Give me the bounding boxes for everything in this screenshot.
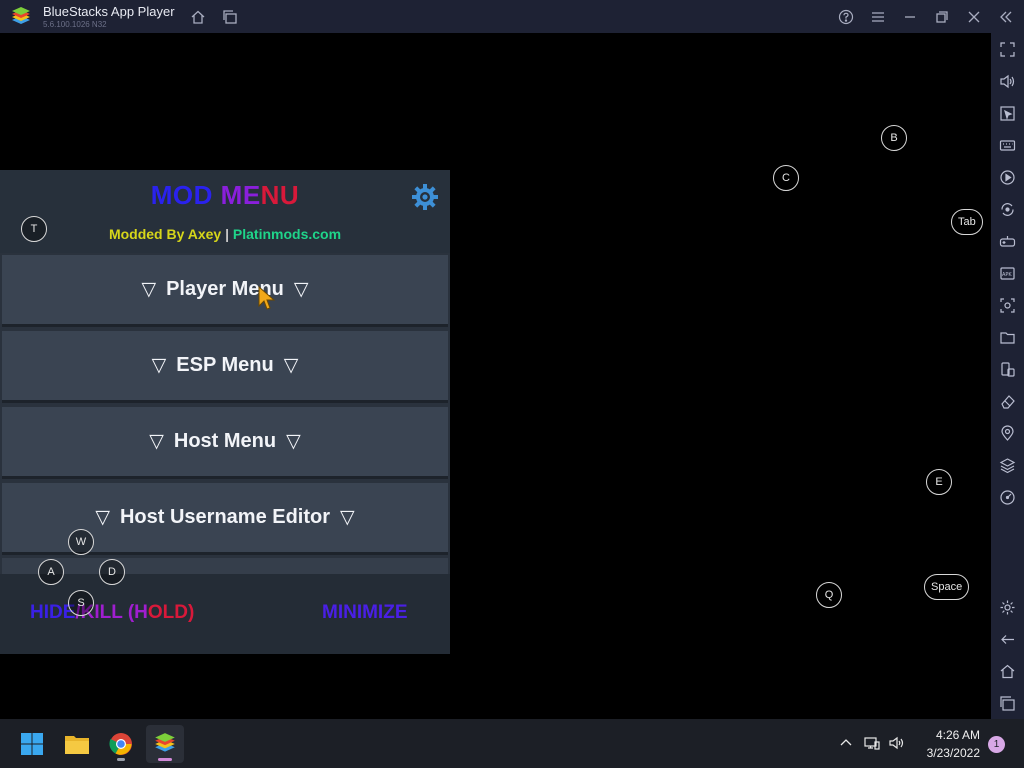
network-icon[interactable] [864, 735, 880, 751]
multi-instance-icon[interactable] [220, 7, 240, 27]
triangle-down-icon: ▽ [151, 355, 167, 376]
key-overlay-t: T [21, 216, 47, 242]
mod-menu-header: MOD MENU Modded By Axey | Platinmods.com [0, 170, 450, 253]
key-overlay-c: C [773, 165, 799, 191]
clock-date[interactable]: 3/23/2022 [900, 746, 980, 760]
multi-device-icon[interactable] [999, 361, 1016, 378]
key-overlay-a: A [38, 559, 64, 585]
windows-logo-icon [21, 733, 43, 755]
menu-scroll-strip [2, 558, 448, 574]
apk-install-icon[interactable]: APK [999, 265, 1016, 282]
mod-menu-panel: MOD MENU Modded By Axey | Platinmods.com [0, 170, 450, 654]
bluestacks-taskbar-button[interactable] [146, 725, 184, 763]
location-icon[interactable] [999, 425, 1016, 442]
folder-icon[interactable] [999, 329, 1016, 346]
eraser-icon[interactable] [999, 393, 1016, 410]
mod-menu-title: MOD MENU [150, 180, 300, 210]
key-overlay-b: B [881, 125, 907, 151]
bluestacks-logo-icon [155, 733, 175, 752]
close-icon[interactable] [964, 7, 984, 27]
bluestacks-window: BlueStacks App Player 5.6.100.1026 N32 M… [0, 0, 1024, 768]
sync-icon[interactable] [999, 201, 1016, 218]
fullscreen-icon[interactable] [999, 41, 1016, 58]
restore-icon[interactable] [932, 7, 952, 27]
triangle-down-icon: ▽ [95, 507, 110, 528]
keyboard-icon[interactable] [999, 137, 1016, 154]
bluestacks-logo-icon [12, 7, 30, 24]
running-indicator [117, 758, 125, 761]
key-overlay-d: D [99, 559, 125, 585]
android-home-icon[interactable] [999, 663, 1016, 680]
recent-apps-icon[interactable] [999, 695, 1016, 712]
triangle-down-icon: ▽ [149, 431, 164, 452]
volume-icon[interactable] [999, 73, 1016, 90]
settings-icon[interactable] [999, 599, 1016, 616]
triangle-down-icon: ▽ [293, 279, 309, 300]
key-overlay-e: E [926, 469, 952, 495]
key-overlay-s: S [68, 590, 94, 616]
chrome-icon [109, 733, 132, 755]
mod-menu-subtitle: Modded By Axey | Platinmods.com [108, 226, 342, 242]
right-sidebar: APK [991, 33, 1024, 719]
key-overlay-space: Space [924, 574, 970, 600]
screenshot-icon[interactable] [999, 297, 1016, 314]
help-icon[interactable] [836, 7, 856, 27]
back-arrow-icon[interactable] [999, 631, 1016, 648]
hamburger-menu-icon[interactable] [868, 7, 888, 27]
minimize-button[interactable]: MINIMIZE [322, 602, 408, 624]
minimize-icon[interactable] [900, 7, 920, 27]
pointer-lock-icon[interactable] [999, 105, 1016, 122]
svg-text:APK: APK [1002, 272, 1012, 278]
host-menu-button[interactable]: ▽ Host Menu ▽ [2, 407, 448, 479]
triangle-down-icon: ▽ [286, 431, 301, 452]
folder-icon [65, 736, 89, 754]
key-overlay-q: Q [816, 582, 842, 608]
gear-icon[interactable] [411, 183, 439, 211]
active-indicator [158, 758, 172, 761]
esp-menu-button[interactable]: ▽ ESP Menu ▽ [2, 331, 448, 403]
collapse-sidebar-icon[interactable] [996, 7, 1016, 27]
player-menu-button[interactable]: ▽ Player Menu ▽ [2, 255, 448, 327]
home-icon[interactable] [188, 7, 208, 27]
key-overlay-tab: Tab [951, 209, 983, 235]
file-explorer-taskbar-button[interactable] [58, 725, 96, 763]
app-title: BlueStacks App Player [43, 4, 175, 19]
start-button[interactable] [13, 725, 51, 763]
game-controls-icon[interactable] [999, 233, 1016, 250]
windows-taskbar [0, 719, 1024, 768]
triangle-down-icon: ▽ [283, 355, 299, 376]
eco-mode-icon[interactable] [999, 489, 1016, 506]
clock-time[interactable]: 4:26 AM [900, 728, 980, 742]
app-version: 5.6.100.1026 N32 [43, 20, 107, 29]
triangle-down-icon: ▽ [340, 507, 355, 528]
mouse-cursor-icon [258, 285, 275, 310]
hide-kill-button[interactable]: HIDE/KILL (HOLD) [30, 602, 194, 624]
key-overlay-w: W [68, 529, 94, 555]
title-bar: BlueStacks App Player 5.6.100.1026 N32 [0, 0, 1024, 33]
layers-icon[interactable] [999, 457, 1016, 474]
chevron-up-icon[interactable] [838, 735, 854, 751]
notification-badge[interactable]: 1 [988, 736, 1005, 753]
chrome-taskbar-button[interactable] [102, 725, 140, 763]
triangle-down-icon: ▽ [141, 279, 157, 300]
macro-recorder-icon[interactable] [999, 169, 1016, 186]
